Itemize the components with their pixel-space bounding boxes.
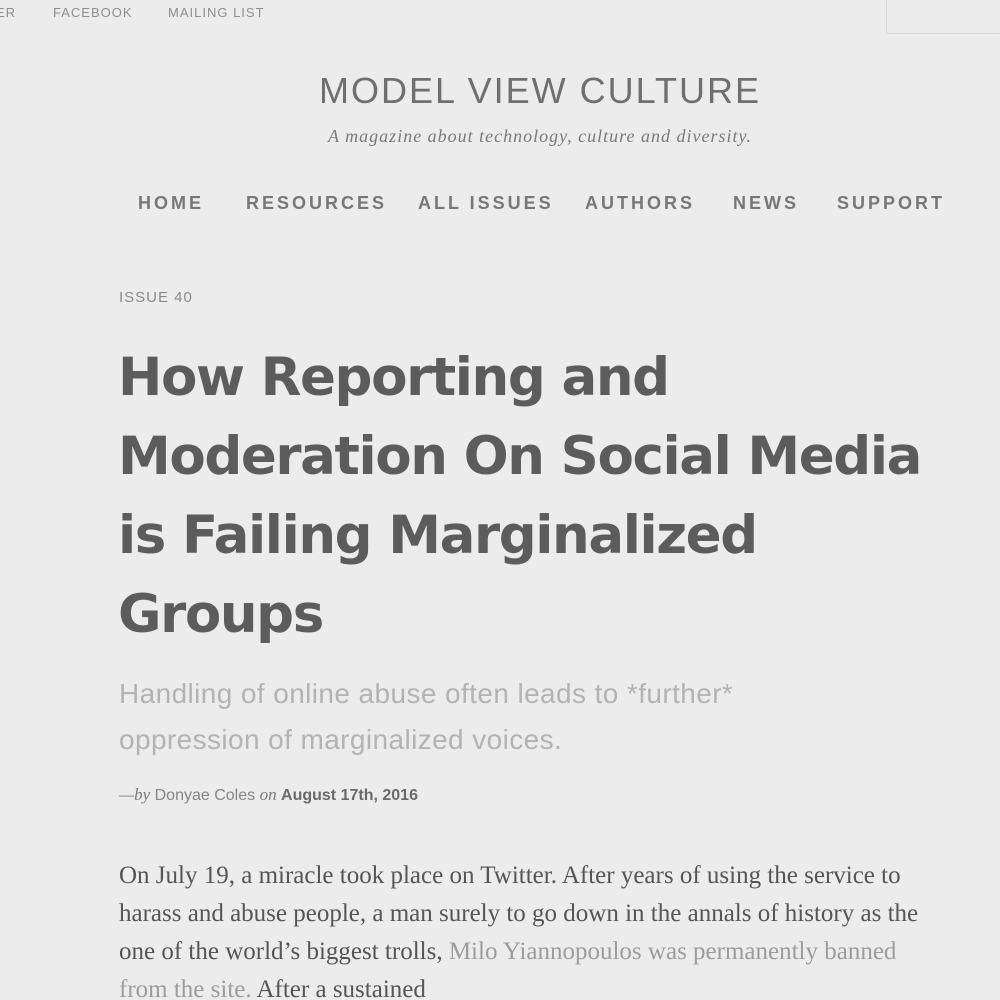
- author-link[interactable]: Donyae Coles: [155, 787, 256, 804]
- nav-item-news[interactable]: NEWS: [733, 193, 799, 214]
- article-body-paragraph: On July 19, a miracle took place on Twit…: [119, 857, 949, 1000]
- article-subtitle: Handling of online abuse often leads to …: [119, 678, 734, 755]
- body-text-after: After a sustained: [251, 976, 426, 1000]
- site-tagline: A magazine about technology, culture and…: [328, 126, 752, 146]
- site-title[interactable]: MODEL VIEW CULTURE: [0, 70, 1000, 112]
- nav-item-home[interactable]: HOME: [138, 193, 204, 214]
- search-box[interactable]: [886, 0, 1000, 34]
- publish-date: August 17th, 2016: [281, 787, 418, 804]
- nav-item-resources[interactable]: RESOURCES: [246, 193, 387, 214]
- article-title: How Reporting and Moderation On Social M…: [118, 347, 922, 645]
- topbar-link-mailing-list[interactable]: MAILING LIST: [168, 5, 265, 20]
- nav-item-all-issues[interactable]: ALL ISSUES: [418, 193, 554, 214]
- nav-item-authors[interactable]: AUTHORS: [585, 193, 695, 214]
- byline-prefix: —by: [119, 785, 151, 804]
- topbar-link-facebook[interactable]: FACEBOOK: [53, 5, 133, 20]
- issue-label[interactable]: ISSUE 40: [119, 289, 193, 306]
- top-utility-bar: ER FACEBOOK MAILING LIST: [0, 0, 1000, 34]
- topbar-link-twitter[interactable]: ER: [0, 5, 16, 20]
- byline-on: on: [259, 785, 277, 804]
- nav-item-support[interactable]: SUPPORT: [837, 193, 945, 214]
- article-byline: —by Donyae Coles on August 17th, 2016: [119, 785, 418, 805]
- main-navigation: HOME RESOURCES ALL ISSUES AUTHORS NEWS S…: [138, 193, 958, 219]
